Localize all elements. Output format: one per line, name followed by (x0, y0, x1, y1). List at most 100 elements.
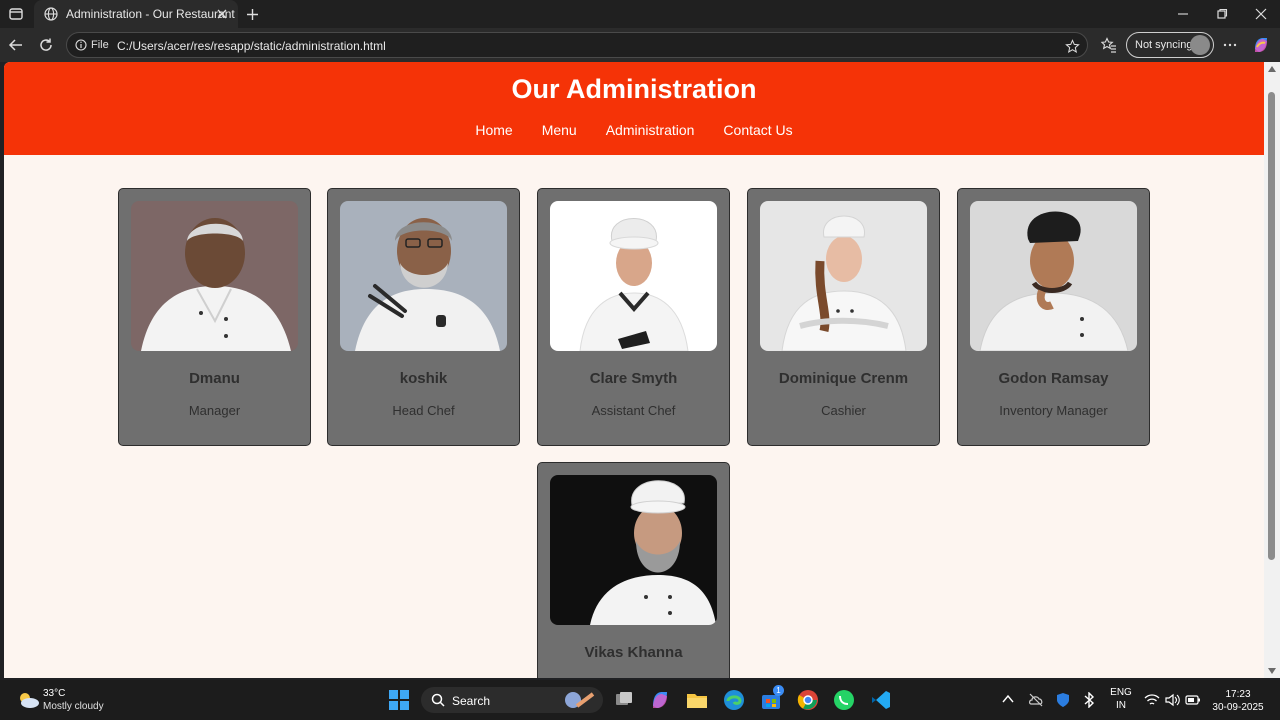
system-clock[interactable]: 17:23 30-09-2025 (1208, 688, 1268, 714)
edge-icon (724, 690, 744, 710)
weather-description[interactable]: Mostly cloudy (43, 701, 104, 712)
copilot-icon (1255, 38, 1267, 52)
bluetooth-icon[interactable] (1082, 692, 1096, 708)
volume-icon[interactable] (1164, 693, 1180, 707)
language-region[interactable]: IN (1106, 700, 1136, 711)
refresh-button[interactable] (35, 34, 57, 56)
more-menu-button[interactable] (1219, 34, 1241, 56)
staff-role: Head Chef (392, 403, 455, 418)
store-badge: 1 (773, 685, 784, 696)
nav-link-home[interactable]: Home (475, 122, 512, 138)
whatsapp-icon (834, 690, 854, 710)
start-button[interactable] (389, 690, 409, 710)
task-view-icon (616, 692, 632, 705)
staff-name: koshik (399, 370, 448, 387)
chrome-app-button[interactable] (796, 688, 820, 712)
url-text[interactable]: C:/Users/acer/res/resapp/static/administ… (117, 39, 386, 53)
close-icon (1255, 8, 1267, 20)
maximize-button[interactable] (1211, 4, 1233, 24)
staff-role: Manager (188, 403, 241, 418)
chevron-up-icon[interactable] (1002, 694, 1014, 704)
staff-role: Assistant Chef (591, 403, 676, 418)
address-bar[interactable]: File C:/Users/acer/res/resapp/static/adm… (66, 32, 1088, 58)
tab-close-button[interactable] (214, 6, 230, 22)
staff-card: Clare Smyth Assistant Chef (537, 188, 730, 446)
plus-icon (246, 8, 258, 20)
scroll-down-arrow-icon[interactable] (1268, 668, 1276, 674)
staff-photo-image (131, 201, 298, 351)
staff-card: Godon Ramsay Inventory Manager (957, 188, 1150, 446)
refresh-icon (40, 38, 52, 51)
tab-title: Administration - Our Restaurant (66, 7, 235, 21)
tab-actions-button[interactable] (6, 4, 26, 24)
staff-role: Cashier (821, 403, 866, 418)
close-window-button[interactable] (1250, 4, 1272, 24)
windows-logo-pane (389, 701, 398, 710)
favorites-button[interactable] (1098, 34, 1120, 56)
staff-card: Dmanu Manager (118, 188, 311, 446)
clock-time: 17:23 (1225, 689, 1251, 700)
staff-name: Godon Ramsay (998, 370, 1109, 387)
weather-cloudy-icon[interactable] (16, 690, 40, 710)
security-shield-icon[interactable] (1055, 692, 1071, 708)
search-icon (431, 693, 445, 707)
chrome-icon (797, 690, 818, 710)
staff-photo-image (970, 201, 1137, 351)
sync-status-button[interactable]: Not syncing (1126, 32, 1214, 58)
more-icon (1223, 43, 1237, 47)
minimize-button[interactable] (1172, 4, 1194, 24)
back-button[interactable] (5, 34, 27, 56)
vscode-icon (872, 691, 890, 709)
vscode-app-button[interactable] (869, 688, 893, 712)
store-app-button[interactable]: 1 (759, 685, 784, 712)
nav-link-contact[interactable]: Contact Us (723, 122, 792, 138)
restore-icon (1217, 8, 1228, 19)
battery-icon[interactable] (1185, 694, 1201, 706)
staff-photo-image (340, 201, 507, 351)
favorite-button[interactable] (1063, 37, 1081, 55)
folder-icon (687, 694, 707, 708)
minimize-icon (1178, 13, 1188, 15)
weather-temperature[interactable]: 33°C (43, 688, 65, 699)
wifi-icon[interactable] (1144, 693, 1160, 707)
staff-photo (550, 475, 717, 625)
file-explorer-button[interactable] (685, 688, 709, 712)
copilot-icon (653, 692, 667, 708)
edge-browser-button[interactable] (722, 688, 746, 712)
browser-tab[interactable]: Administration - Our Restaurant (34, 0, 238, 28)
profile-avatar (1190, 35, 1210, 55)
nav-link-menu[interactable]: Menu (542, 122, 577, 138)
copilot-app-button[interactable] (648, 688, 672, 712)
language-indicator[interactable]: ENG (1106, 687, 1136, 698)
staff-name: Dominique Crenm (778, 370, 909, 387)
page-scrollbar[interactable] (1264, 62, 1280, 678)
page-title: Our Administration (511, 74, 757, 104)
page-viewport: Our Administration Home Menu Administrat… (4, 62, 1264, 678)
scrollbar-thumb[interactable] (1268, 92, 1275, 560)
staff-role: Inventory Manager (999, 403, 1108, 418)
favorites-icon (1101, 37, 1116, 53)
staff-name: Clare Smyth (589, 370, 678, 387)
windows-logo-pane (400, 690, 409, 699)
search-label: Search (452, 694, 491, 708)
search-highlight-icon (565, 692, 595, 708)
staff-photo-image (760, 201, 927, 351)
nav-link-administration[interactable]: Administration (606, 122, 695, 138)
onedrive-icon[interactable] (1028, 692, 1044, 708)
staff-card: Vikas Khanna (537, 462, 730, 678)
staff-name: Dmanu (189, 370, 240, 387)
staff-photo (760, 201, 927, 351)
staff-photo (131, 201, 298, 351)
staff-photo-image (550, 475, 717, 625)
site-nav: Home Menu Administration Contact Us (4, 122, 1264, 138)
arrow-left-icon (8, 39, 22, 51)
staff-card: Dominique Crenm Cashier (747, 188, 940, 446)
new-tab-button[interactable] (242, 4, 262, 24)
taskbar-search[interactable]: Search (421, 687, 603, 713)
tab-actions-icon (9, 8, 23, 20)
whatsapp-app-button[interactable] (832, 688, 856, 712)
tab-bar: Administration - Our Restaurant (0, 0, 1280, 28)
scroll-up-arrow-icon[interactable] (1268, 66, 1276, 72)
copilot-button[interactable] (1250, 34, 1272, 56)
task-view-button[interactable] (612, 688, 636, 712)
